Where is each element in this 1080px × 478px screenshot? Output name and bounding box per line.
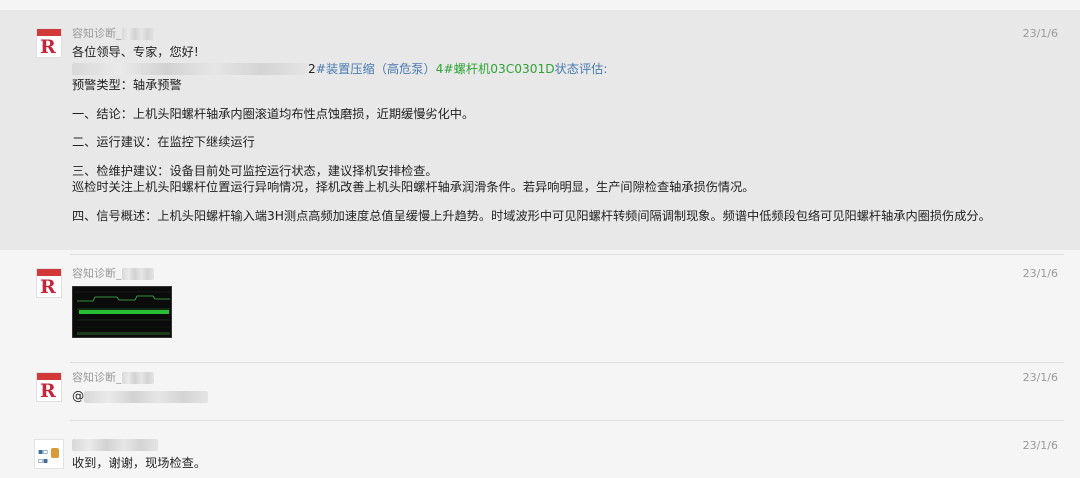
maintenance-text: 三、检维护建议：设备目前处可监控运行状态，建议择机安排检查。 (72, 163, 438, 178)
redacted-name (121, 268, 154, 280)
avatar-glyph: R (40, 380, 56, 402)
trend-chart-screenshot[interactable] (72, 286, 172, 338)
device-prefix: 2 (308, 61, 316, 76)
sender-name-text: 容知诊断_ (72, 371, 122, 384)
sender-name-text: 容知诊断_ (72, 27, 122, 40)
message-body[interactable]: 收到，谢谢，现场检查。 (72, 455, 206, 472)
avatar-dot (51, 448, 59, 458)
avatar-glyph: R (40, 36, 56, 58)
pump-link[interactable]: #装置压缩（高危泵） (316, 62, 436, 76)
chat-message: R 容知诊断_ 23/1/6 各位领导、专家，您好! 2#装置压缩（高危泵）4#… (0, 10, 1080, 250)
message-time: 23/1/6 (1022, 439, 1058, 452)
redacted-plant (72, 63, 308, 75)
redacted-name (121, 372, 154, 384)
mention-symbol: @ (72, 389, 85, 403)
reply-text: 收到，谢谢，现场检查。 (72, 456, 207, 470)
company-logo-avatar[interactable]: R (36, 372, 62, 402)
redacted-name (121, 28, 154, 40)
inspection-text: 巡检时关注上机头阳螺杆位置运行异响情况，择机改善上机头阳螺杆轴承润滑条件。若异响… (72, 180, 755, 194)
signal-text: 四、信号概述：上机头阳螺杆输入端3H测点高频加速度总值呈缓慢上升趋势。时域波形中… (72, 208, 991, 223)
avatar-band (37, 269, 61, 276)
sender-name[interactable]: 容知诊断_ (72, 371, 154, 385)
sender-name-text: 容知诊断_ (72, 267, 122, 280)
conclusion-text: 一、结论：上机头阳螺杆轴承内圈滚道均布性点蚀磨损，近期缓慢劣化中。 (72, 106, 475, 121)
company-logo-avatar[interactable]: R (36, 268, 62, 298)
avatar-glyph: R (40, 276, 56, 298)
message-divider (70, 420, 1064, 421)
sender-name[interactable]: 容知诊断_ (72, 267, 154, 281)
device-line: 2#装置压缩（高危泵）4#螺杆机03C0301D状态评估: (72, 61, 991, 78)
trend-chart-image (73, 287, 171, 337)
device-suffix: 状态评估: (554, 61, 608, 76)
avatar-pattern: ▪▫ ▫▪ (38, 447, 48, 465)
message-divider (70, 254, 1064, 255)
greeting-text: 各位领导、专家，您好! (72, 45, 199, 59)
message-time: 23/1/6 (1022, 27, 1058, 40)
operation-text: 二、运行建议：在监控下继续运行 (72, 135, 255, 149)
chat-message: ▪▫ ▫▪ 23/1/6 收到，谢谢，现场检查。 (0, 430, 1080, 478)
message-time: 23/1/6 (1022, 371, 1058, 384)
sender-name[interactable]: 容知诊断_ (72, 27, 154, 41)
sender-name[interactable] (72, 438, 158, 452)
chat-message: R 容知诊断_ 23/1/6 @ (0, 362, 1080, 422)
avatar-band (37, 29, 61, 36)
company-logo-avatar[interactable]: R (36, 28, 62, 58)
user-avatar[interactable]: ▪▫ ▫▪ (34, 439, 64, 469)
avatar-band (37, 373, 61, 380)
redacted-mention (84, 390, 209, 403)
message-body[interactable]: @ (72, 388, 209, 405)
redacted-name (72, 439, 158, 451)
message-time: 23/1/6 (1022, 267, 1058, 280)
chat-message: R 容知诊断_ 23/1/6 (0, 258, 1080, 358)
machine-link[interactable]: 4#螺杆机03C0301D (436, 62, 555, 76)
message-body[interactable]: 各位领导、专家，您好! 2#装置压缩（高危泵）4#螺杆机03C0301D状态评估… (72, 44, 991, 224)
alarm-type-text: 预警类型：轴承预警 (72, 78, 182, 92)
